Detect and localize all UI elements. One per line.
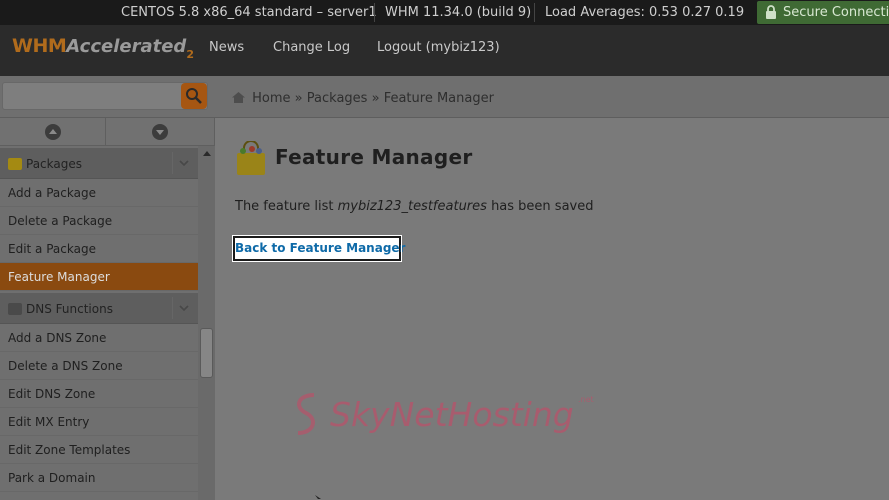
sidebar-item-park-domain[interactable]: Park a Domain <box>0 464 198 492</box>
sidebar-item-delete-package[interactable]: Delete a Package <box>0 207 198 235</box>
sidebar-section-dns[interactable]: DNS Functions <box>0 293 198 324</box>
packages-icon <box>8 158 22 170</box>
nav-logout[interactable]: Logout (mybiz123) <box>377 25 500 76</box>
chevron-down-icon[interactable] <box>172 297 194 319</box>
section-label: DNS Functions <box>26 302 113 316</box>
feature-list-name: mybiz123_testfeatures <box>338 199 487 214</box>
sidebar-item-edit-zone-templates[interactable]: Edit Zone Templates <box>0 436 198 464</box>
page-title: Feature Manager <box>275 145 472 169</box>
section-label: Packages <box>26 157 82 171</box>
logo-suffix: 2 <box>186 48 194 61</box>
shopping-bag-icon <box>234 141 268 177</box>
dns-icon <box>8 303 22 315</box>
search-button[interactable] <box>181 83 207 109</box>
status-bar: CENTOS 5.8 x86_64 standard – server1 WHM… <box>0 0 889 25</box>
divider <box>374 3 375 22</box>
main-content: Feature Manager The feature list mybiz12… <box>216 119 889 500</box>
back-to-feature-manager-button[interactable]: Back to Feature Manager <box>233 236 401 261</box>
whm-version: WHM 11.34.0 (build 9) <box>385 0 531 25</box>
scroll-down-button[interactable] <box>106 118 215 146</box>
scrollbar-thumb[interactable] <box>200 328 213 378</box>
breadcrumb-packages[interactable]: Packages <box>307 91 368 106</box>
sidebar-item-add-package[interactable]: Add a Package <box>0 179 198 207</box>
header: WHMAccelerated2 News Change Log Logout (… <box>0 25 889 76</box>
message-suffix: has been saved <box>487 199 594 214</box>
sidebar-scroll-controls <box>0 118 215 146</box>
load-averages: Load Averages: 0.53 0.27 0.19 <box>545 0 744 25</box>
search-icon <box>181 83 207 109</box>
secure-connection-badge: Secure Connection <box>757 1 889 24</box>
scroll-arrow-icon[interactable] <box>203 151 211 156</box>
breadcrumb-separator: » <box>295 91 303 106</box>
secure-label: Secure Connection <box>783 5 889 20</box>
chevron-down-icon[interactable] <box>172 152 194 174</box>
watermark-suffix: .net <box>578 395 594 404</box>
home-icon <box>232 92 245 103</box>
sidebar-item-delete-dns-zone[interactable]: Delete a DNS Zone <box>0 352 198 380</box>
watermark-text: SkyNetHosting <box>330 395 574 434</box>
breadcrumb-current: Feature Manager <box>384 91 494 106</box>
logo-main: WHM <box>12 35 66 57</box>
sidebar-item-feature-manager[interactable]: Feature Manager <box>0 263 198 291</box>
watermark: SkyNetHosting .net <box>288 387 608 447</box>
divider <box>534 3 535 22</box>
sidebar-section-packages[interactable]: Packages <box>0 148 198 179</box>
arrow-down-icon <box>152 124 168 140</box>
breadcrumb-separator: » <box>372 91 380 106</box>
breadcrumb-home[interactable]: Home <box>252 91 290 106</box>
sidebar-scrollbar[interactable] <box>198 146 215 500</box>
search-input[interactable] <box>2 82 208 110</box>
logo-accent: Accelerated <box>66 36 186 57</box>
breadcrumb: Home » Packages » Feature Manager <box>232 76 494 118</box>
scroll-up-button[interactable] <box>0 118 106 146</box>
sidebar-item-edit-package[interactable]: Edit a Package <box>0 235 198 263</box>
sidebar-item-add-dns-zone[interactable]: Add a DNS Zone <box>0 324 198 352</box>
os-info: CENTOS 5.8 x86_64 standard – server1 <box>121 0 377 25</box>
cursor-icon <box>315 495 323 500</box>
sidebar: Packages Add a Package Delete a Package … <box>0 118 215 500</box>
save-confirmation-message: The feature list mybiz123_testfeatures h… <box>235 199 593 214</box>
nav-news[interactable]: News <box>209 25 244 76</box>
whm-logo[interactable]: WHMAccelerated2 <box>12 35 194 67</box>
sidebar-item-edit-dns-zone[interactable]: Edit DNS Zone <box>0 380 198 408</box>
sidebar-item-edit-mx-entry[interactable]: Edit MX Entry <box>0 408 198 436</box>
toolbar-row: Home » Packages » Feature Manager <box>0 76 889 118</box>
lock-icon <box>765 5 777 20</box>
nav-change-log[interactable]: Change Log <box>273 25 350 76</box>
watermark-logo-icon <box>288 389 326 439</box>
arrow-up-icon <box>45 124 61 140</box>
message-prefix: The feature list <box>235 199 338 214</box>
